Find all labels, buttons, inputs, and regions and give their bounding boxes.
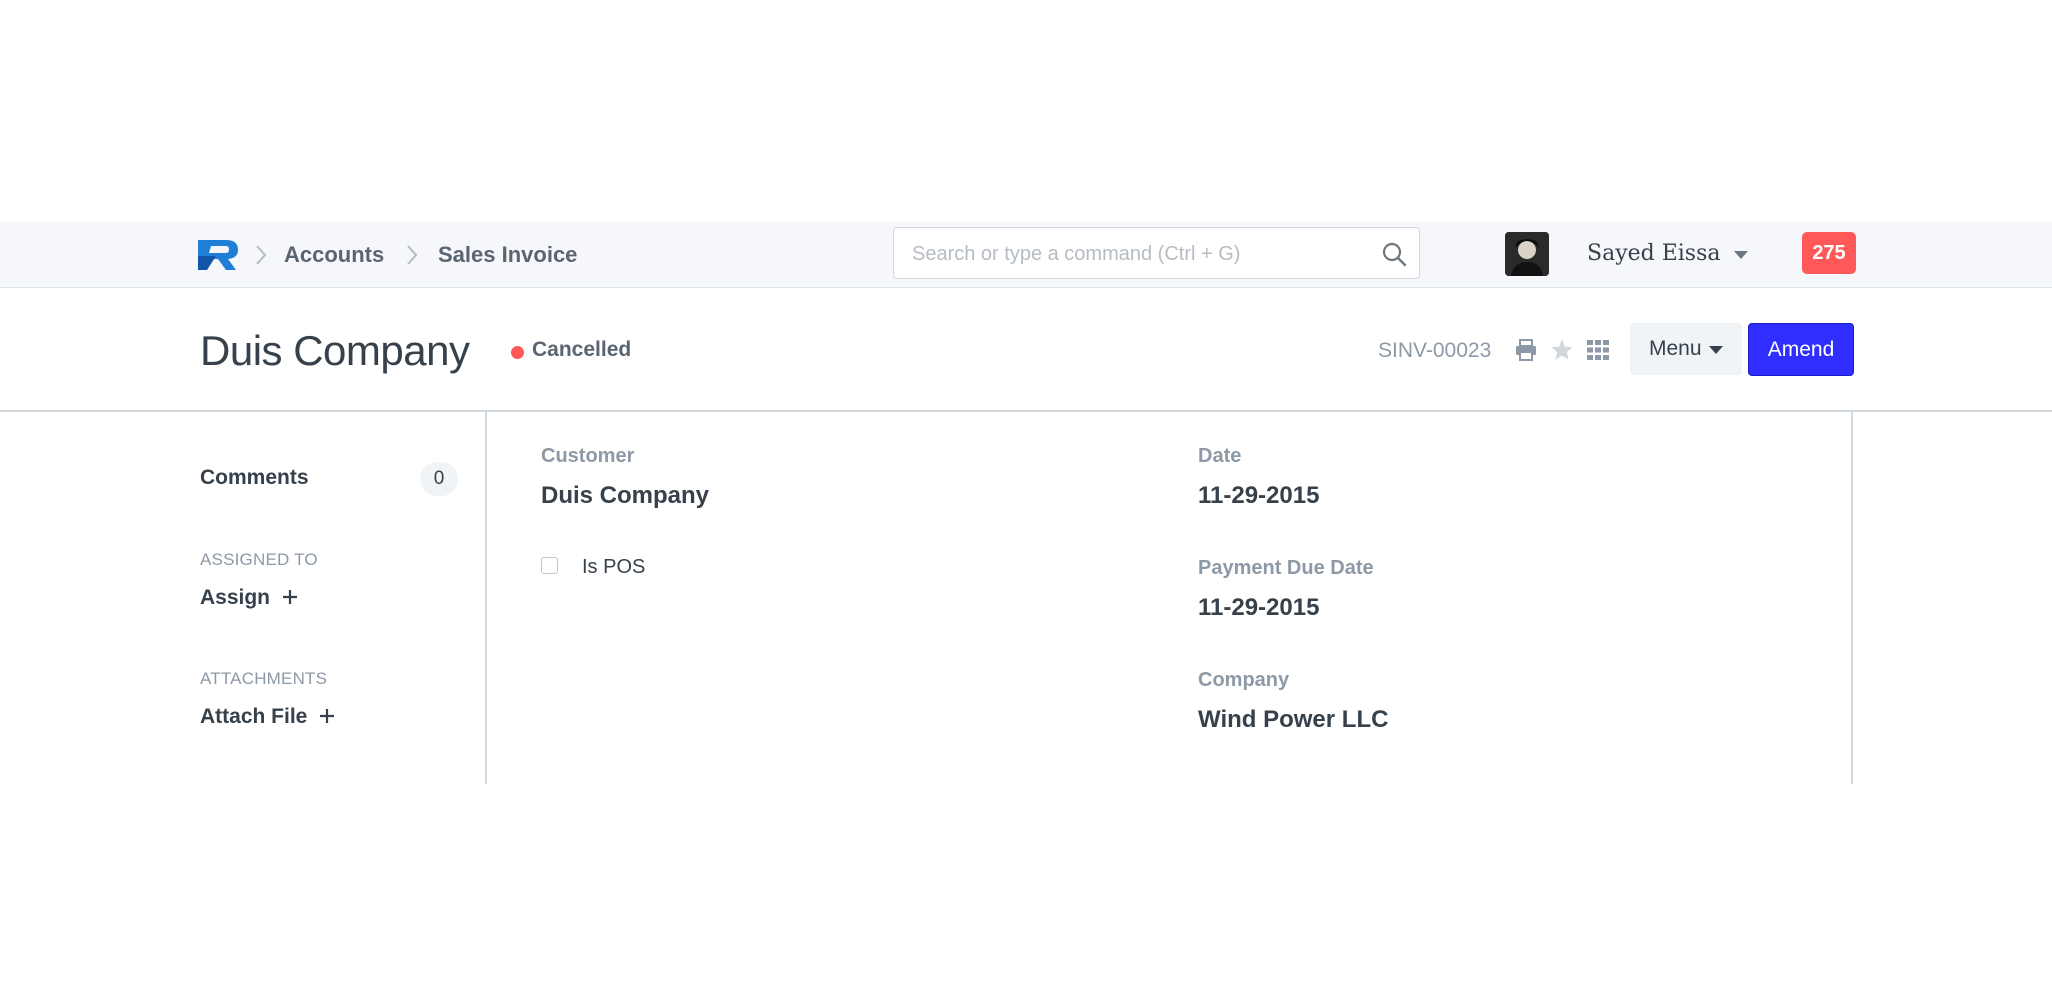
date-value[interactable]: 11-29-2015 [1198, 482, 1319, 510]
star-icon[interactable] [1550, 338, 1574, 362]
assign-label: Assign [200, 586, 271, 609]
chevron-right-icon [256, 245, 267, 265]
form-body: Customer Duis Company Is POS Date 11-29-… [485, 412, 1853, 784]
menu-button-label: Menu [1649, 337, 1702, 360]
breadcrumb-sales-invoice[interactable]: Sales Invoice [438, 242, 577, 268]
customer-value[interactable]: Duis Company [541, 482, 709, 510]
assign-button[interactable]: Assign [200, 586, 298, 610]
attach-file-label: Attach File [200, 705, 308, 728]
form-sidebar: Comments 0 ASSIGNED TO Assign ATTACHMENT… [0, 412, 486, 784]
comments-count-badge: 0 [420, 462, 458, 496]
page-head: Duis Company Cancelled SINV-00023 Menu A… [0, 288, 2052, 412]
status-indicator-dot [511, 346, 524, 359]
payment-due-date-value[interactable]: 11-29-2015 [1198, 594, 1319, 622]
comments-link[interactable]: Comments [200, 466, 309, 490]
grid-icon[interactable] [1586, 338, 1610, 362]
navbar: Accounts Sales Invoice Sayed Eissa 275 [0, 222, 2052, 288]
status-badge: Cancelled [532, 338, 632, 361]
page-title: Duis Company [200, 327, 470, 374]
date-label: Date [1198, 445, 1242, 467]
menu-button[interactable]: Menu [1630, 323, 1742, 375]
plus-icon [283, 590, 298, 604]
chevron-right-icon [407, 245, 418, 265]
document-id: SINV-00023 [1378, 339, 1492, 362]
attachments-label: ATTACHMENTS [200, 669, 328, 688]
search-box[interactable] [893, 227, 1420, 279]
search-icon[interactable] [1381, 241, 1407, 267]
user-name[interactable]: Sayed Eissa [1587, 241, 1721, 266]
company-value[interactable]: Wind Power LLC [1198, 706, 1388, 734]
is-pos-label[interactable]: Is POS [582, 556, 645, 579]
breadcrumb-accounts[interactable]: Accounts [284, 242, 384, 268]
assigned-to-label: ASSIGNED TO [200, 550, 318, 569]
app-logo[interactable] [196, 238, 240, 272]
user-photo [1505, 232, 1549, 276]
search-input[interactable] [910, 238, 1354, 270]
caret-down-icon[interactable] [1734, 251, 1748, 260]
notification-badge[interactable]: 275 [1802, 232, 1856, 274]
amend-button[interactable]: Amend [1748, 323, 1854, 376]
avatar[interactable] [1505, 232, 1549, 276]
plus-icon [320, 709, 335, 723]
is-pos-checkbox[interactable] [541, 557, 558, 574]
payment-due-date-label: Payment Due Date [1198, 557, 1374, 579]
company-label: Company [1198, 669, 1290, 691]
customer-label: Customer [541, 445, 635, 467]
print-icon[interactable] [1514, 338, 1538, 362]
caret-down-icon [1709, 346, 1723, 354]
attach-file-button[interactable]: Attach File [200, 705, 335, 729]
